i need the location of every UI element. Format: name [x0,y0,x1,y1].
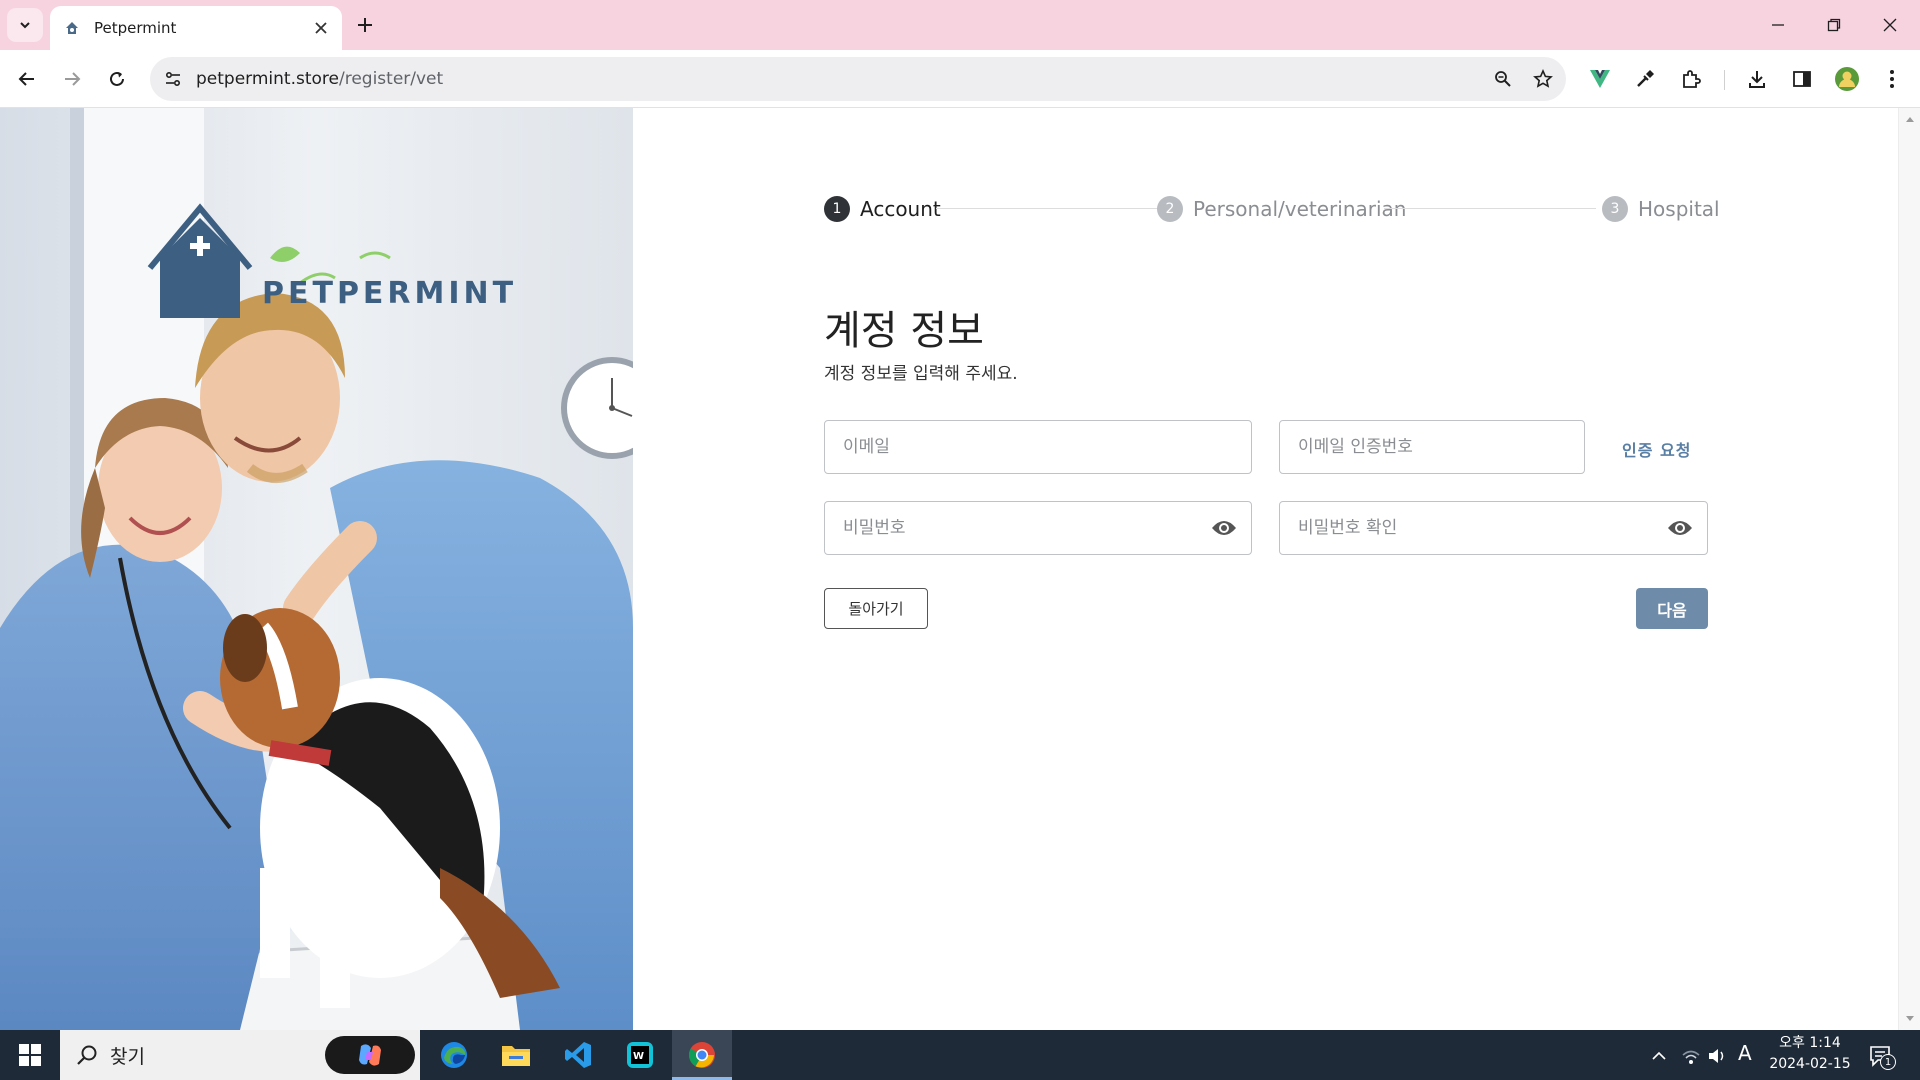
page-subtitle: 계정 정보를 입력해 주세요. [824,364,1018,384]
password-field-wrapper [824,501,1252,555]
search-icon [77,1045,97,1065]
close-icon [1883,18,1897,32]
svg-text:W: W [633,1051,644,1062]
notification-center-button[interactable]: 1 [1866,1042,1896,1070]
input-method-indicator[interactable]: A [1738,1041,1752,1065]
scroll-down-icon[interactable] [1905,1014,1915,1024]
browser-tab-petpermint[interactable]: Petpermint [50,6,342,50]
petpermint-favicon-icon [64,20,80,36]
arrow-right-icon [65,72,81,86]
step-number-2: 2 [1157,196,1183,222]
arrow-left-icon [18,72,34,86]
minimize-icon [1772,24,1784,26]
edge-icon [441,1042,467,1068]
back-button[interactable] [10,62,44,96]
next-button[interactable]: 다음 [1636,588,1708,629]
step-label-account: Account [860,197,941,221]
restore-button[interactable] [1812,8,1856,42]
volume-icon[interactable] [1706,1045,1728,1067]
page-scrollbar[interactable] [1898,108,1920,1030]
url-path: /register/vet [338,69,444,89]
tab-title: Petpermint [94,19,177,37]
email-field-wrapper [824,420,1252,474]
email-code-field-wrapper [1279,420,1585,474]
minimize-button[interactable] [1756,8,1800,42]
copilot-icon [359,1044,381,1066]
password-confirm-field-wrapper [1279,501,1708,555]
browser-tab-bar: Petpermint [0,0,1920,50]
taskbar-edge[interactable] [424,1030,484,1080]
password-input[interactable] [825,502,1209,554]
notification-count-badge: 1 [1880,1054,1896,1070]
url-domain: petpermint.store [196,69,339,89]
taskbar-file-explorer[interactable] [486,1030,546,1080]
scroll-up-icon[interactable] [1905,114,1915,124]
registration-stepper: 1 Account 2 Personal/veterinarian 3 Hosp… [824,188,1720,230]
page-title: 계정 정보 [824,308,984,354]
page-content: PETPERMINT 1 Account 2 Personal/veterina… [0,108,1920,1030]
clock-date: 2024-02-15 [1769,1056,1851,1072]
hero-image-vets-with-dog: PETPERMINT [0,108,633,1030]
taskbar-vscode[interactable] [548,1030,608,1080]
browser-toolbar: petpermint.store/register/vet [0,50,1920,108]
download-icon[interactable] [1740,62,1774,96]
plus-icon [358,18,372,32]
windows-logo-icon [19,1044,41,1066]
step-number-1: 1 [824,196,850,222]
url-text[interactable]: petpermint.store/register/vet [196,69,1486,89]
step-account[interactable]: 1 Account [824,188,941,230]
clock-time: 오후 1:14 [1779,1035,1841,1051]
password-confirm-input[interactable] [1280,502,1665,554]
eyedropper-extension-icon[interactable] [1628,62,1662,96]
step-personal-veterinarian[interactable]: 2 Personal/veterinarian [1157,188,1406,230]
chevron-down-icon [20,22,30,29]
tab-close-icon[interactable] [308,15,334,41]
tab-search-button[interactable] [7,8,43,42]
chrome-icon [688,1042,715,1068]
side-panel-icon[interactable] [1785,62,1819,96]
reload-icon [110,71,124,86]
email-input[interactable] [825,421,1251,473]
extensions-puzzle-icon[interactable] [1674,62,1708,96]
step-hospital[interactable]: 3 Hospital [1602,188,1720,230]
new-tab-button[interactable] [351,11,379,39]
step-number-3: 3 [1602,196,1628,222]
show-hidden-icons-icon[interactable] [1648,1045,1670,1067]
taskbar-chrome[interactable] [672,1030,732,1080]
vscode-icon [565,1042,591,1068]
reload-button[interactable] [100,62,134,96]
site-info-icon[interactable] [158,64,188,94]
start-button[interactable] [0,1030,60,1080]
bookmark-star-icon[interactable] [1526,62,1560,96]
address-bar[interactable]: petpermint.store/register/vet [150,57,1566,101]
copilot-button[interactable] [325,1036,415,1074]
restore-icon [1827,18,1841,32]
zoom-icon[interactable] [1486,62,1520,96]
brand-name: PETPERMINT [262,276,517,311]
request-verification-button[interactable]: 인증 요청 [1622,437,1691,461]
taskbar-search-text: 찾기 [110,1045,145,1068]
eye-icon[interactable] [1665,513,1695,543]
profile-avatar-icon[interactable] [1830,62,1864,96]
forward-button[interactable] [55,62,89,96]
taskbar-clock[interactable]: 오후 1:14 2024-02-15 [1768,1033,1852,1075]
more-menu-icon[interactable] [1875,62,1909,96]
windows-taskbar: 찾기 W A 오후 1:14 2024-02-15 1 [0,1030,1920,1080]
network-icon[interactable] [1680,1045,1702,1067]
taskbar-webstorm[interactable]: W [610,1030,670,1080]
email-code-input[interactable] [1280,421,1584,473]
eye-icon[interactable] [1209,513,1239,543]
step-label-hospital: Hospital [1638,197,1720,221]
step-connector [1384,208,1596,209]
webstorm-icon: W [627,1042,653,1068]
toolbar-separator [1724,70,1725,90]
step-label-personal-veterinarian: Personal/veterinarian [1193,197,1407,221]
folder-icon [502,1046,530,1066]
step-connector [936,208,1158,209]
back-button[interactable]: 돌아가기 [824,588,928,629]
vue-devtools-extension-icon[interactable] [1583,62,1617,96]
close-window-button[interactable] [1868,8,1912,42]
